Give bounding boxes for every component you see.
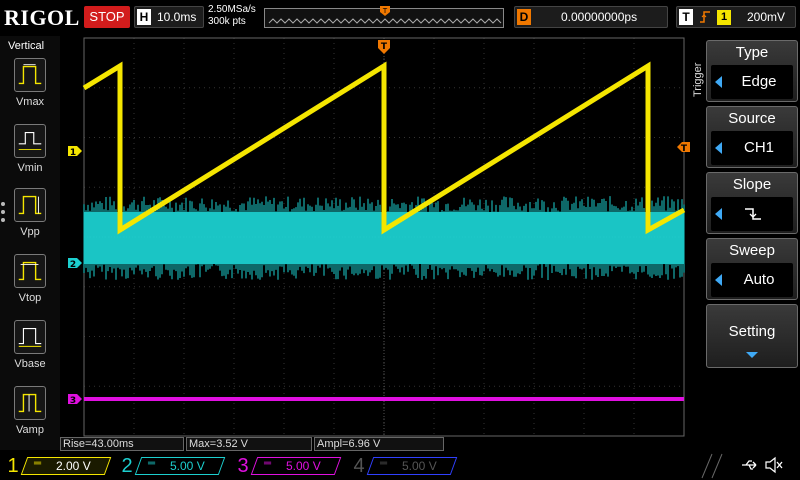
trigger-source-badge: 1: [717, 10, 731, 25]
vpp-icon: [14, 188, 46, 222]
trigger-position-marker-icon: T: [380, 6, 390, 16]
softkey-value: CH1: [743, 139, 774, 156]
channel-number: 1: [7, 455, 19, 477]
ch3-status[interactable]: 3 ═ 5.00 V: [234, 454, 344, 478]
trigger-tag: T: [679, 9, 693, 25]
svg-text:T: T: [681, 144, 688, 154]
vtop-icon: [14, 254, 46, 288]
trigger-summary[interactable]: T 1 200mV: [676, 6, 796, 28]
run-stop-status[interactable]: STOP: [84, 6, 130, 28]
ch2-offset-marker[interactable]: 2: [68, 258, 82, 270]
arrow-left-icon: [715, 142, 722, 154]
measure-vpp-button[interactable]: Vpp: [12, 188, 48, 242]
dc-coupling-icon: ═: [148, 458, 156, 469]
vmax-icon: [14, 58, 46, 92]
arrow-left-icon: [715, 76, 722, 88]
softkey-title: Slope: [732, 176, 772, 193]
softkey-value: Auto: [743, 271, 775, 288]
measure-label: Vpp: [20, 226, 40, 238]
measure-category-title: Vertical: [8, 40, 45, 52]
svg-text:T: T: [381, 42, 388, 52]
ch3-waveform: [84, 397, 684, 401]
menu-setting-key[interactable]: Setting: [706, 304, 798, 368]
memory-depth: 300k pts: [208, 16, 246, 27]
horizontal-tag: H: [137, 9, 151, 25]
sample-rate: 2.50MSa/s: [208, 4, 256, 15]
ch1-offset-marker[interactable]: 1: [68, 146, 82, 158]
vmin-icon: [14, 124, 46, 158]
measure-page-indicator: [1, 202, 7, 226]
top-status-bar: RIGOL STOP H 10.0ms 2.50MSa/s 300k pts T…: [0, 0, 800, 36]
menu-source-key[interactable]: Source CH1: [706, 106, 798, 168]
menu-title: Trigger: [692, 62, 704, 98]
chevron-down-icon: [746, 352, 758, 358]
measure-vmin-button[interactable]: Vmin: [12, 124, 48, 178]
dc-coupling-icon: ═: [264, 458, 272, 469]
dc-coupling-icon: ═: [380, 458, 388, 469]
softkey-title: Sweep: [729, 242, 775, 259]
measure-panel: Vertical Vmax Vmin Vpp Vtop Vbase Vamp: [0, 36, 60, 450]
ch3-offset-marker[interactable]: 3: [68, 394, 82, 406]
usb-icon: [742, 460, 757, 470]
channel-status-bar: 1 ═ 2.00 V 2 ═ 5.00 V 3 ═ 5.00 V 4 ═ 5.0…: [0, 452, 800, 480]
measure-label: Vmin: [17, 162, 43, 174]
measure-vmax-button[interactable]: Vmax: [12, 58, 48, 112]
arrow-left-icon: [715, 208, 722, 220]
speaker-mute-icon[interactable]: [764, 456, 784, 474]
channel-scale: 5.00 V: [170, 459, 205, 473]
softkey-title: Setting: [728, 323, 776, 340]
menu-slope-key[interactable]: Slope: [706, 172, 798, 234]
brand-logo: RIGOL: [4, 5, 80, 30]
measure-vamp-button[interactable]: Vamp: [12, 386, 48, 440]
trigger-time-marker-icon: T: [378, 40, 390, 54]
menu-type-key[interactable]: Type Edge: [706, 40, 798, 102]
timebase-value: 10.0ms: [157, 10, 197, 24]
vbase-icon: [14, 320, 46, 354]
softkey-value: Edge: [741, 73, 777, 90]
horizontal-delay[interactable]: D 0.00000000ps: [514, 6, 668, 28]
trigger-level-value: 200mV: [747, 10, 786, 24]
menu-sweep-key[interactable]: Sweep Auto: [706, 238, 798, 300]
svg-text:1: 1: [70, 148, 76, 158]
arrow-left-icon: [715, 274, 722, 286]
falling-edge-icon: [745, 208, 761, 220]
channel-number: 4: [353, 455, 365, 477]
rise-time-readout: Rise=43.00ms: [60, 437, 184, 451]
amplitude-readout: Ampl=6.96 V: [314, 437, 444, 451]
channel-scale: 5.00 V: [286, 459, 321, 473]
channel-scale: 2.00 V: [56, 459, 91, 473]
sample-info: 2.50MSa/s 300k pts: [208, 4, 256, 28]
measure-label: Vbase: [14, 358, 46, 370]
svg-text:T: T: [382, 7, 388, 15]
measure-vbase-button[interactable]: Vbase: [12, 320, 48, 374]
channel-number: 2: [121, 455, 133, 477]
vamp-icon: [14, 386, 46, 420]
channel-scale: 5.00 V: [402, 459, 437, 473]
measure-label: Vmax: [15, 96, 45, 108]
horizontal-timebase[interactable]: H 10.0ms: [134, 6, 204, 28]
channel-number: 3: [237, 455, 249, 477]
status-divider: [701, 453, 723, 479]
trigger-level-marker[interactable]: T: [677, 142, 690, 154]
ch2-status[interactable]: 2 ═ 5.00 V: [118, 454, 228, 478]
delay-tag: D: [517, 9, 531, 25]
svg-text:3: 3: [70, 396, 76, 406]
softkey-title: Source: [728, 110, 776, 127]
measure-label: Vamp: [16, 424, 44, 436]
delay-value: 0.00000000ps: [561, 10, 638, 24]
measure-vtop-button[interactable]: Vtop: [12, 254, 48, 308]
measure-label: Vtop: [18, 292, 42, 304]
dc-coupling-icon: ═: [34, 458, 42, 469]
ch4-status[interactable]: 4 ═ 5.00 V: [350, 454, 460, 478]
softkey-title: Type: [735, 44, 769, 61]
rising-edge-icon: [700, 11, 710, 23]
ch1-status[interactable]: 1 ═ 2.00 V: [4, 454, 114, 478]
svg-text:2: 2: [70, 260, 76, 270]
max-voltage-readout: Max=3.52 V: [186, 437, 312, 451]
waveform-graticule: T 1 2 3 T: [68, 37, 690, 437]
waveform-display[interactable]: T 1 2 3 T: [62, 36, 692, 450]
